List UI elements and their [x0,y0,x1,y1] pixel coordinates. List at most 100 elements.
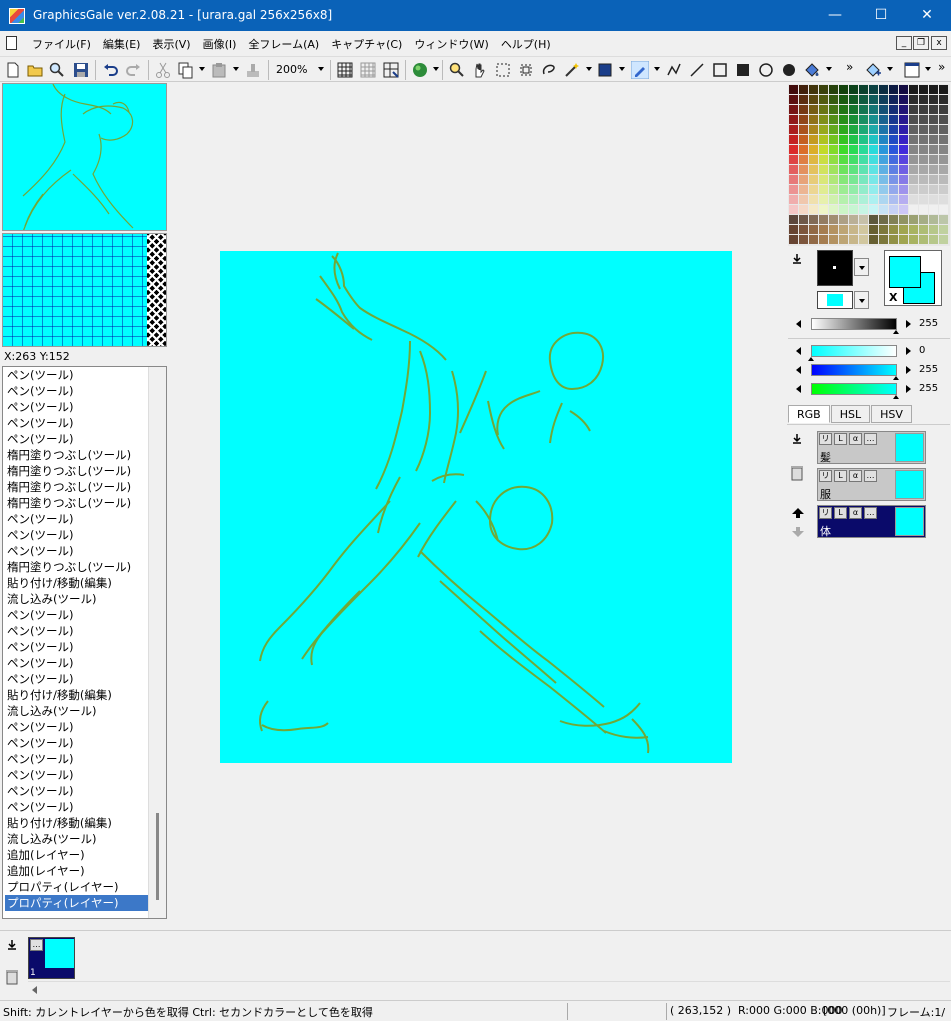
tab-rgb[interactable]: RGB [788,405,830,423]
palette-swatch[interactable] [939,205,948,214]
palette-swatch[interactable] [799,135,808,144]
palette-swatch[interactable] [849,135,858,144]
palette-swatch[interactable] [849,195,858,204]
palette-swatch[interactable] [829,185,838,194]
palette-swatch[interactable] [789,125,798,134]
palette-swatch[interactable] [909,215,918,224]
palette-swatch[interactable] [819,95,828,104]
palette-swatch[interactable] [809,215,818,224]
palette-swatch[interactable] [849,105,858,114]
palette-swatch[interactable] [889,225,898,234]
history-item[interactable]: ペン(ツール) [5,751,148,767]
palette-swatch[interactable] [899,145,908,154]
palette-swatch[interactable] [809,115,818,124]
palette-swatch[interactable] [839,105,848,114]
palette-swatch[interactable] [789,205,798,214]
history-item[interactable]: ペン(ツール) [5,655,148,671]
palette-swatch[interactable] [799,225,808,234]
palette-swatch[interactable] [909,155,918,164]
palette-swatch[interactable] [799,105,808,114]
palette-swatch[interactable] [789,135,798,144]
palette-swatch[interactable] [839,135,848,144]
palette-swatch[interactable] [879,185,888,194]
history-item[interactable]: 流し込み(ツール) [5,703,148,719]
selection-mode-icon[interactable] [596,61,614,79]
palette-swatch[interactable] [889,235,898,244]
palette-swatch[interactable] [919,155,928,164]
palette-swatch[interactable] [829,95,838,104]
palette-swatch[interactable] [799,175,808,184]
palette-swatch[interactable] [859,145,868,154]
palette-swatch[interactable] [839,145,848,154]
history-item[interactable]: ペン(ツール) [5,671,148,687]
history-item[interactable]: ペン(ツール) [5,367,148,383]
history-scrollbar-thumb[interactable] [156,813,159,900]
cut-icon[interactable] [154,61,172,79]
menu-item-7[interactable]: ヘルプ(H) [495,36,557,52]
palette-swatch[interactable] [879,205,888,214]
menu-item-1[interactable]: 編集(E) [97,36,147,52]
palette-swatch[interactable] [869,225,878,234]
palette-swatch[interactable] [919,215,928,224]
layer-menu-button[interactable]: … [864,507,877,519]
swap-colors-label[interactable]: X [889,291,897,304]
history-item[interactable]: 楕円塗りつぶし(ツール) [5,559,148,575]
palette-swatch[interactable] [789,195,798,204]
palette-swatch[interactable] [919,225,928,234]
paste-icon[interactable] [210,61,228,79]
palette-swatch[interactable] [849,125,858,134]
secondary-color-swatch[interactable] [817,291,853,309]
frame-trash-icon[interactable] [4,967,20,985]
filled-rectangle-icon[interactable] [734,61,752,79]
palette-swatch[interactable] [809,95,818,104]
palette-swatch[interactable] [839,85,848,94]
palette-swatch[interactable] [909,195,918,204]
palette-swatch[interactable] [909,125,918,134]
palette-swatch[interactable] [929,195,938,204]
palette-swatch[interactable] [849,205,858,214]
palette-swatch[interactable] [829,215,838,224]
palette-swatch[interactable] [799,155,808,164]
history-scrollbar[interactable] [148,367,166,918]
history-item[interactable]: ペン(ツール) [5,399,148,415]
palette-swatch[interactable] [889,155,898,164]
undo-icon[interactable] [102,61,120,79]
palette-swatch[interactable] [859,95,868,104]
history-item[interactable]: ペン(ツール) [5,783,148,799]
palette-swatch[interactable] [849,145,858,154]
primary-color-swatch[interactable] [817,250,853,286]
tab-hsv[interactable]: HSV [871,405,912,423]
palette-swatch[interactable] [929,205,938,214]
palette-swatch[interactable] [919,195,928,204]
palette-swatch[interactable] [899,195,908,204]
layer-item[interactable]: リ Lα… 体 [817,505,926,538]
palette-swatch[interactable] [849,85,858,94]
layer-lock-toggle[interactable]: L [834,507,847,519]
history-item[interactable]: ペン(ツール) [5,639,148,655]
palette-swatch[interactable] [849,215,858,224]
document-icon[interactable] [6,36,17,50]
palette-swatch[interactable] [869,115,878,124]
palette-swatch[interactable] [939,85,948,94]
green-slider[interactable]: 255 [788,364,950,380]
layer-item[interactable]: リ Lα… 髪 [817,431,926,464]
palette-swatch[interactable] [819,225,828,234]
palette-swatch[interactable] [899,125,908,134]
layer-lock-toggle[interactable]: L [834,470,847,482]
palette-swatch[interactable] [789,165,798,174]
palette-swatch[interactable] [919,185,928,194]
palette-swatch[interactable] [899,135,908,144]
palette-swatch[interactable] [919,205,928,214]
palette-swatch[interactable] [839,185,848,194]
history-item[interactable]: 追加(レイヤー) [5,863,148,879]
palette-swatch[interactable] [799,165,808,174]
palette-swatch[interactable] [829,155,838,164]
palette-swatch[interactable] [829,195,838,204]
palette-swatch[interactable] [859,205,868,214]
palette-swatch[interactable] [889,125,898,134]
history-item[interactable]: 楕円塗りつぶし(ツール) [5,463,148,479]
palette-swatch[interactable] [789,145,798,154]
frame-icon[interactable] [903,61,921,79]
palette-swatch[interactable] [789,95,798,104]
history-item[interactable]: ペン(ツール) [5,799,148,815]
